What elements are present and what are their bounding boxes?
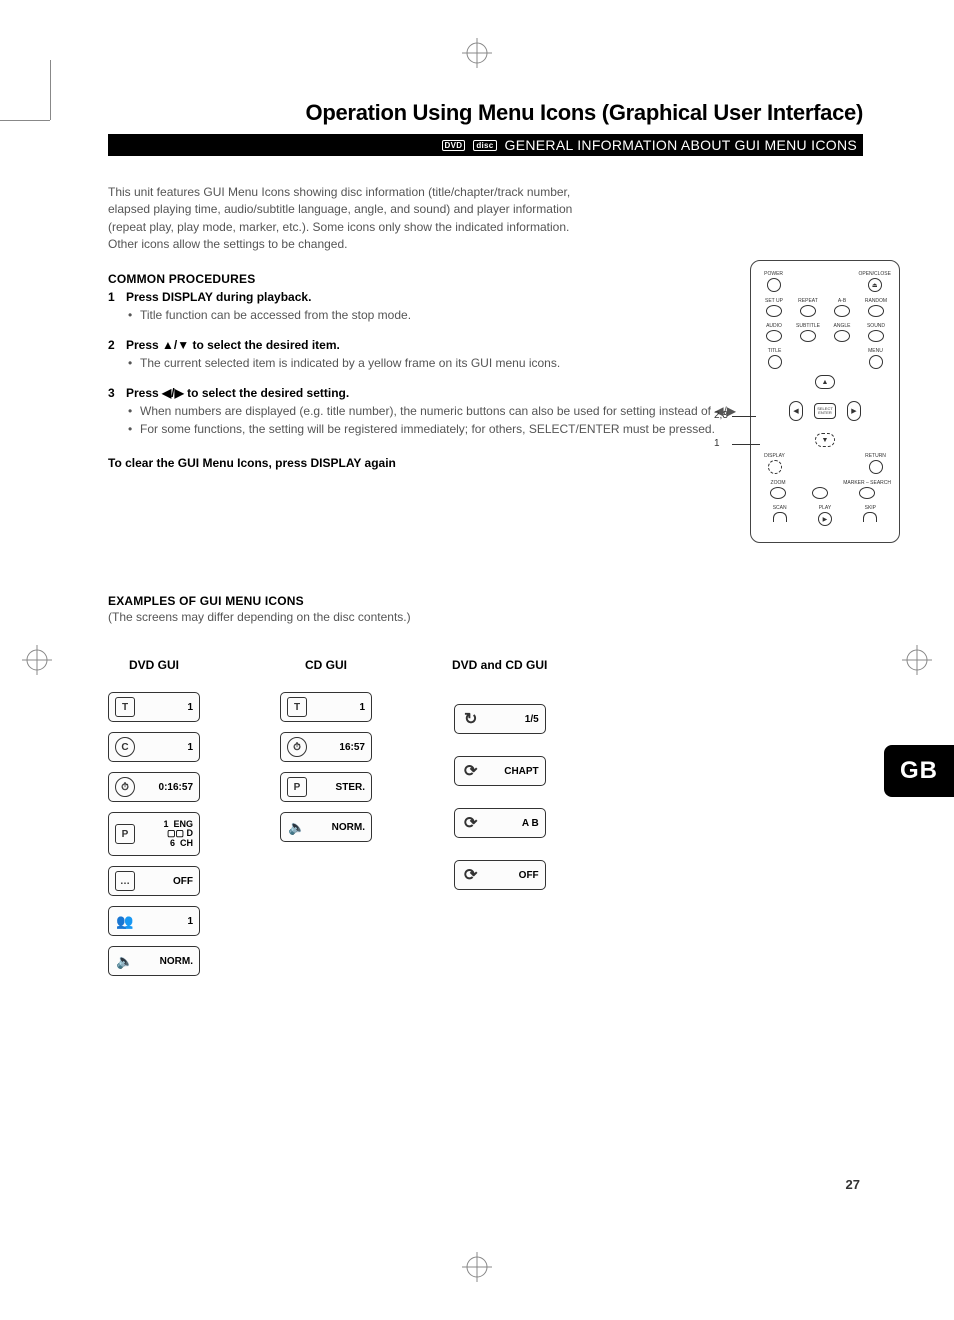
remote-zoom-button — [770, 487, 786, 499]
registration-mark-bottom — [462, 1252, 492, 1282]
step-1-num: 1 — [108, 290, 118, 324]
clock-icon: ⏱ — [115, 777, 135, 797]
subtitle-icon: … — [115, 871, 135, 891]
remote-angle-button — [834, 330, 850, 342]
gui-chip-sound: 🔈NORM. — [108, 946, 200, 976]
remote-down-button: ▼ — [815, 433, 835, 447]
remote-scan-button — [773, 512, 787, 522]
step-3-head: Press ◀/▶ to select the desired setting. — [126, 386, 349, 400]
title-icon: T — [115, 697, 135, 717]
callout-23: 2,3 — [714, 410, 728, 421]
cd-gui-column: CD GUI T1 ⏱16:57 PSTER. 🔈NORM. — [280, 658, 372, 976]
registration-mark-top — [462, 38, 492, 68]
audio-track-icon: P — [287, 777, 307, 797]
play-icon: ▶ — [823, 516, 828, 523]
remote-dpad: ▲ ▼ ◀ ▶ SELECT ENTER — [789, 375, 861, 447]
angle-icon: 👥 — [115, 911, 135, 931]
remote-sound-button — [868, 330, 884, 342]
gui-chip-time: ⏱0:16:57 — [108, 772, 200, 802]
gui-chip: ↻1/5 — [454, 704, 546, 734]
remote-power-button — [767, 278, 781, 292]
gui-chip: PSTER. — [280, 772, 372, 802]
gui-chip: ⟳CHAPT — [454, 756, 546, 786]
remote-ab-button — [834, 305, 850, 317]
remote-illustration: 2,3 1 POWER OPEN/CLOSE⏏ SET UP REPEAT A-… — [750, 260, 900, 543]
registration-mark-right — [902, 645, 932, 675]
step-1-head: Press DISPLAY during playback. — [126, 290, 311, 304]
gui-chip: 🔈NORM. — [280, 812, 372, 842]
speaker-icon: 🔈 — [287, 817, 307, 837]
gui-chip: ⏱16:57 — [280, 732, 372, 762]
gui-chip-title: T1 — [108, 692, 200, 722]
remote-right-button: ▶ — [847, 401, 861, 421]
language-tab: GB — [884, 745, 954, 797]
page-number: 27 — [846, 1177, 860, 1192]
intro-text: This unit features GUI Menu Icons showin… — [108, 184, 578, 254]
remote-label-power: POWER — [764, 271, 783, 277]
up-down-arrow-icon: ▲/▼ — [162, 338, 189, 352]
remote-return-button — [869, 460, 883, 474]
gui-chip: ⟳OFF — [454, 860, 546, 890]
examples-heading: EXAMPLES OF GUI MENU ICONS — [108, 594, 863, 608]
dvd-gui-column: DVD GUI T1 C1 ⏱0:16:57 P1 ENG ▢▢ D 6 CH … — [108, 658, 200, 976]
eject-icon: ⏏ — [872, 282, 878, 289]
gui-chip-chapter: C1 — [108, 732, 200, 762]
remote-open-close-button: ⏏ — [868, 278, 882, 292]
remote-skip-button — [863, 512, 877, 522]
crop-guide-h — [0, 120, 50, 121]
speaker-icon: 🔈 — [115, 951, 135, 971]
remote-search-button — [859, 487, 875, 499]
gui-chip-angle: 👥1 — [108, 906, 200, 936]
dvd-gui-title: DVD GUI — [129, 658, 179, 672]
remote-title-button — [768, 355, 782, 369]
gui-chip-subtitle: …OFF — [108, 866, 200, 896]
examples-section: EXAMPLES OF GUI MENU ICONS (The screens … — [108, 594, 863, 976]
callout-line — [732, 444, 760, 445]
remote-repeat-button — [800, 305, 816, 317]
page-title: Operation Using Menu Icons (Graphical Us… — [108, 100, 863, 126]
cd-gui-title: CD GUI — [305, 658, 347, 672]
chapter-icon: C — [115, 737, 135, 757]
gui-chip: T1 — [280, 692, 372, 722]
repeat-icon: ↻ — [461, 709, 481, 729]
dvd-cd-gui-column: DVD and CD GUI ↻1/5 ⟳CHAPT ⟳A B ⟳OFF — [452, 658, 547, 976]
repeat-ab-icon: ⟳ — [461, 813, 481, 833]
remote-marker-button — [812, 487, 828, 499]
remote-up-button: ▲ — [815, 375, 835, 389]
bar-logos: DVD disc — [442, 140, 497, 151]
callout-line — [732, 416, 756, 417]
remote-random-button — [868, 305, 884, 317]
remote-menu-button — [869, 355, 883, 369]
gui-chip: ⟳A B — [454, 808, 546, 838]
remote-audio-button — [766, 330, 782, 342]
dvd-logo-icon: DVD — [442, 140, 466, 151]
remote-label-open: OPEN/CLOSE — [858, 271, 891, 277]
crop-guide-v — [50, 60, 51, 120]
remote-setup-button — [766, 305, 782, 317]
repeat-icon: ⟳ — [461, 865, 481, 885]
remote-left-button: ◀ — [789, 401, 803, 421]
remote-subtitle-button — [800, 330, 816, 342]
repeat-icon: ⟳ — [461, 761, 481, 781]
remote-play-button: ▶ — [818, 512, 832, 526]
examples-note: (The screens may differ depending on the… — [108, 610, 863, 624]
section-bar-text: GENERAL INFORMATION ABOUT GUI MENU ICONS — [505, 137, 857, 153]
step-2-head: Press ▲/▼ to select the desired item. — [126, 338, 340, 352]
remote-display-button — [768, 460, 782, 474]
audio-track-icon: P — [115, 824, 135, 844]
section-bar: DVD disc GENERAL INFORMATION ABOUT GUI M… — [108, 134, 863, 156]
left-right-arrow-icon: ◀/▶ — [162, 386, 184, 400]
title-icon: T — [287, 697, 307, 717]
remote-select-enter-button: SELECT ENTER — [814, 403, 836, 419]
disc-logo-icon: disc — [473, 140, 496, 151]
gui-chip-audio: P1 ENG ▢▢ D 6 CH — [108, 812, 200, 856]
clock-icon: ⏱ — [287, 737, 307, 757]
step-3-num: 3 — [108, 386, 118, 438]
step-2-num: 2 — [108, 338, 118, 372]
callout-1: 1 — [714, 438, 720, 449]
dvd-cd-gui-title: DVD and CD GUI — [452, 658, 547, 672]
registration-mark-left — [22, 645, 52, 675]
